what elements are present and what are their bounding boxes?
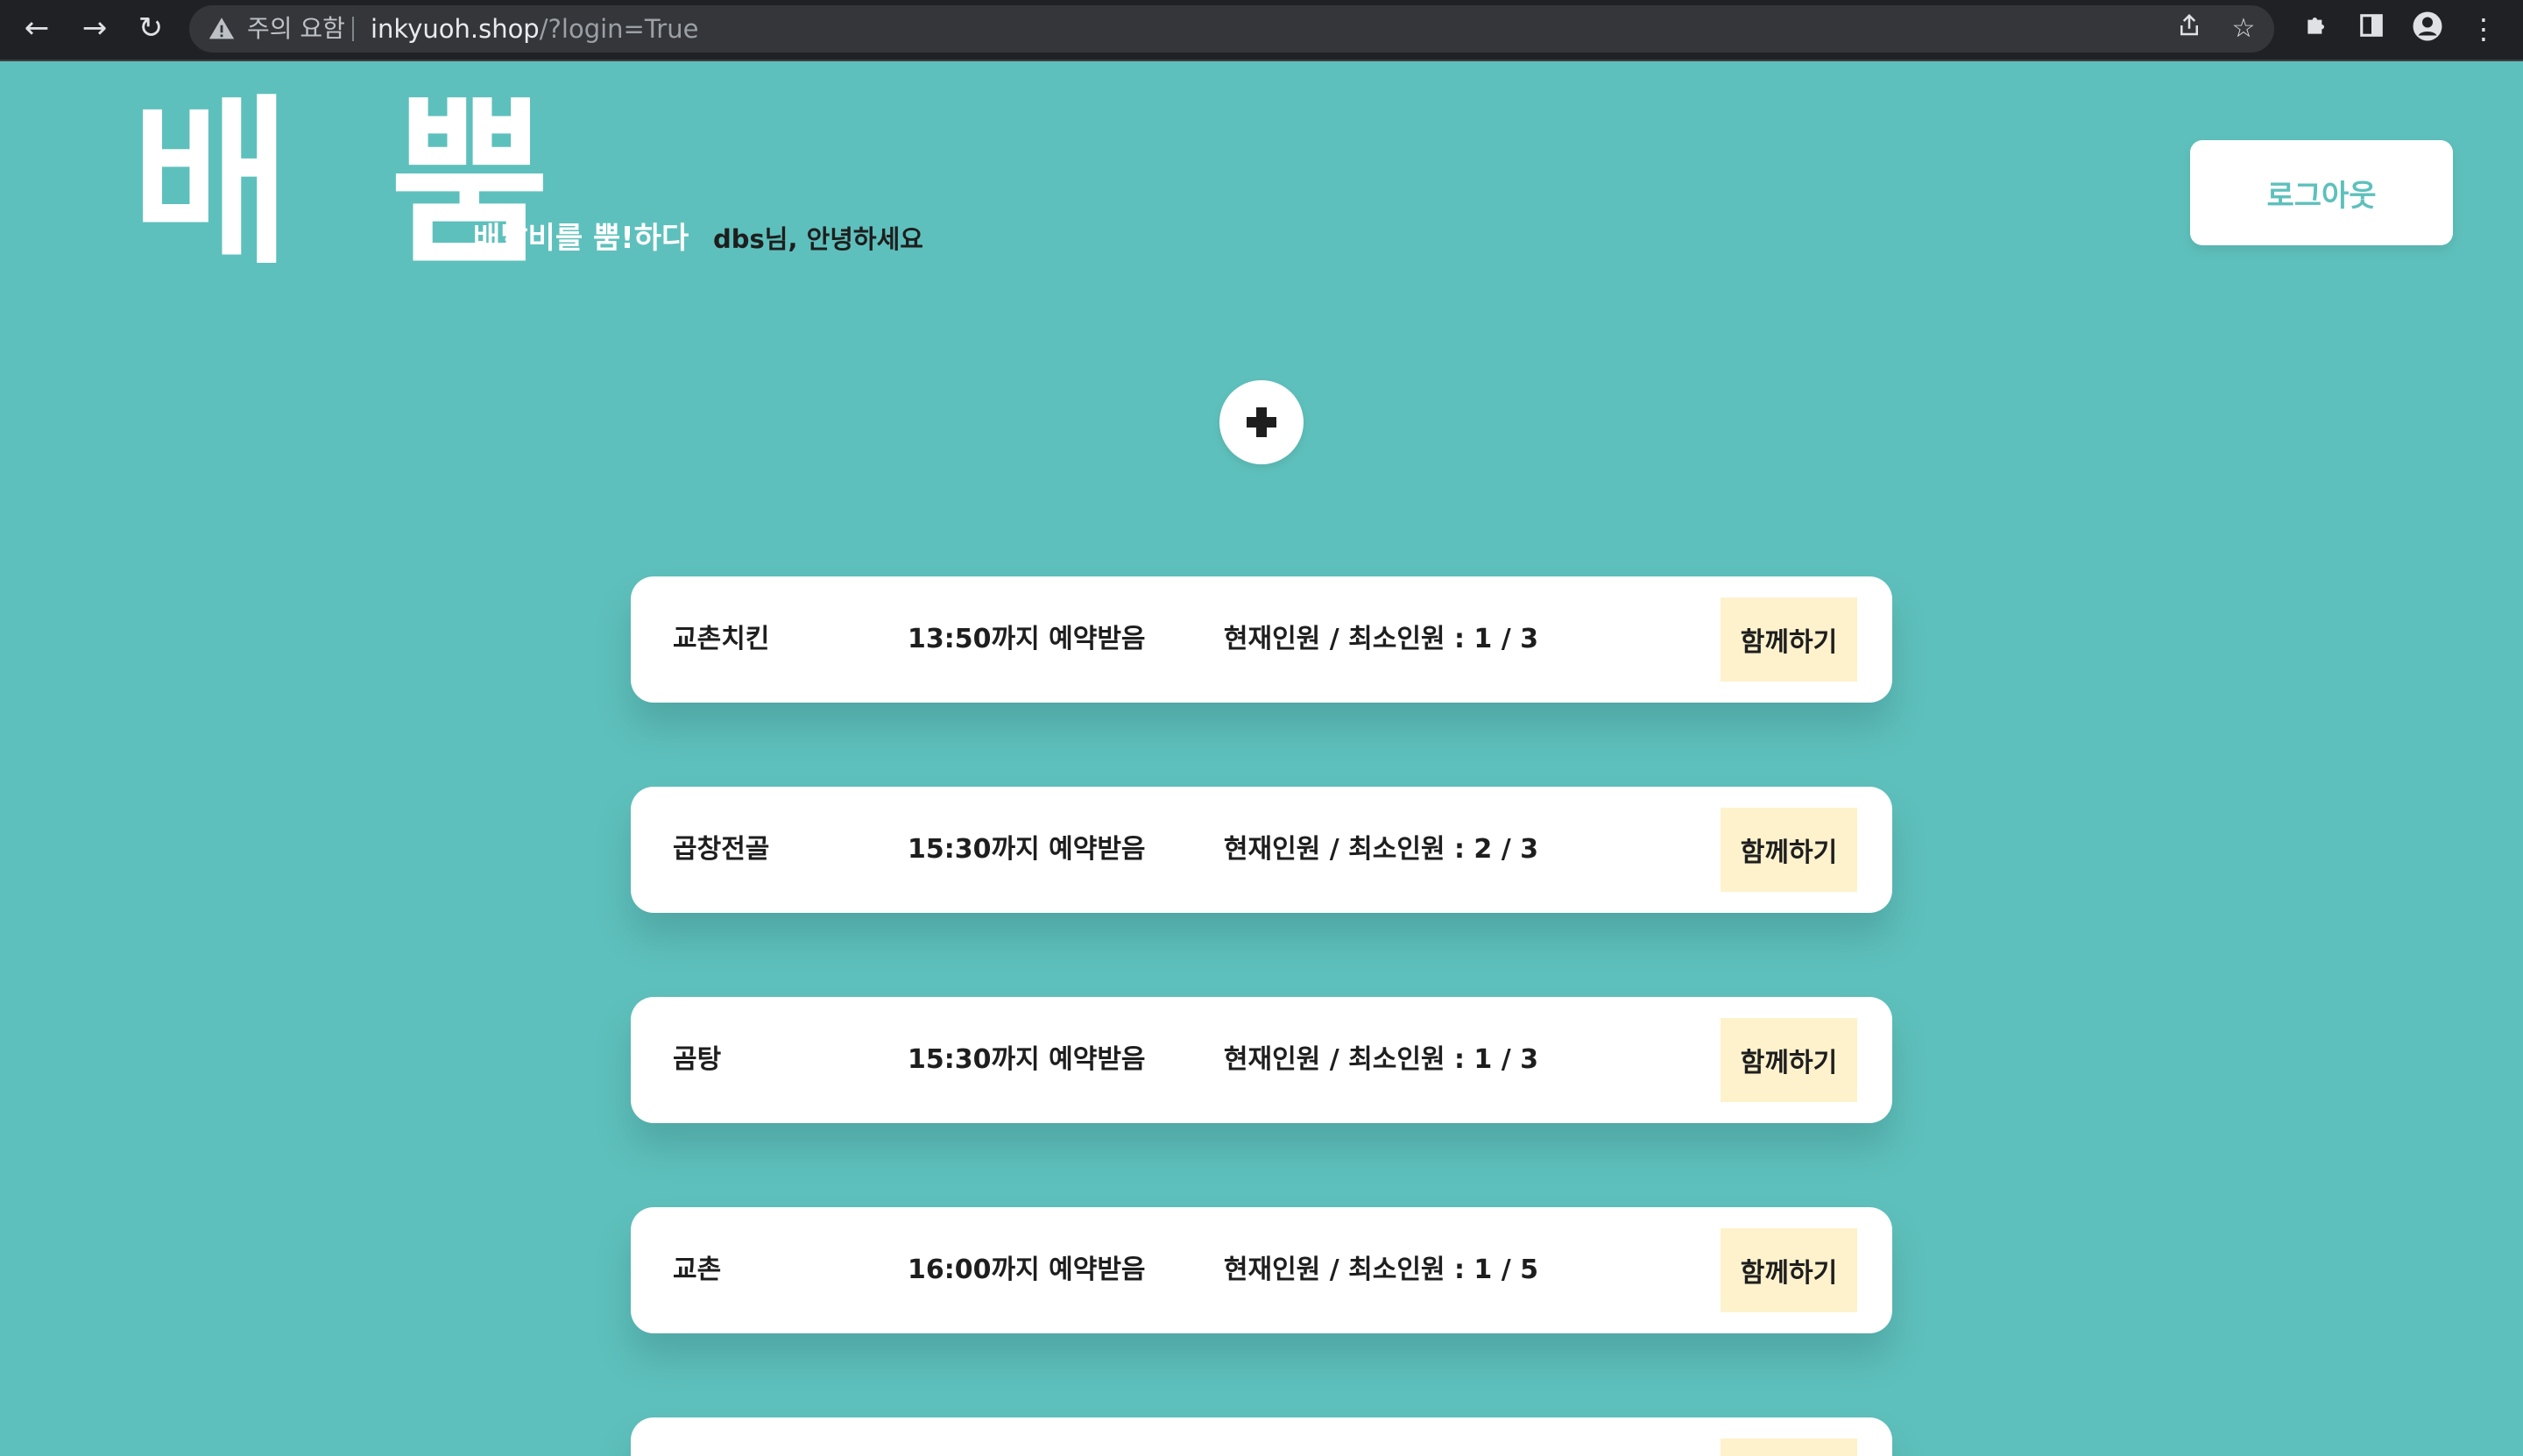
user-greeting: dbs님, 안녕하세요 <box>713 224 923 254</box>
plus-icon <box>1247 407 1276 437</box>
join-button[interactable]: 함께하기 <box>1721 597 1857 682</box>
logout-button[interactable]: 로그아웃 <box>2190 140 2453 245</box>
forward-icon[interactable]: → <box>75 9 114 47</box>
restaurant-name: 교촌치킨 <box>673 624 770 654</box>
order-card: 교촌 16:00까지 예약받음 현재인원 / 최소인원 : 1 / 5 함께하기 <box>631 1207 1892 1333</box>
order-card: 곰탕 15:30까지 예약받음 현재인원 / 최소인원 : 1 / 3 함께하기 <box>631 997 1892 1123</box>
reservation-deadline: 13:50까지 예약받음 <box>908 624 1146 654</box>
extensions-puzzle-icon[interactable] <box>2299 11 2336 47</box>
join-button[interactable]: 함께하기 <box>1721 808 1857 892</box>
reservation-deadline: 16:00까지 예약받음 <box>908 1255 1146 1285</box>
warning-icon[interactable] <box>207 14 237 44</box>
reservation-deadline: 15:30까지 예약받음 <box>908 1044 1146 1075</box>
side-panel-icon[interactable] <box>2353 11 2390 47</box>
order-card: 곱창전골 15:30까지 예약받음 현재인원 / 최소인원 : 2 / 3 함께… <box>631 787 1892 913</box>
restaurant-name: 곱창전골 <box>673 834 770 865</box>
share-icon[interactable] <box>2173 12 2206 46</box>
add-order-button[interactable] <box>1219 380 1304 464</box>
back-icon[interactable]: ← <box>18 9 56 47</box>
reload-icon[interactable]: ↻ <box>131 9 170 47</box>
url-path: /?login=True <box>539 14 699 44</box>
join-button[interactable]: 함께하기 <box>1721 1228 1857 1312</box>
url-text[interactable]: inkyuoh.shop/?login=True <box>371 5 698 53</box>
url-host: inkyuoh.shop <box>371 14 540 44</box>
address-bar[interactable]: 주의 요함 inkyuoh.shop/?login=True ☆ <box>189 5 2274 53</box>
order-card-partial <box>631 1417 1892 1456</box>
member-count: 현재인원 / 최소인원 : 1 / 3 <box>1223 1044 1538 1075</box>
site-slogan: 배달비를 뿜!하다 <box>473 221 689 256</box>
join-button[interactable]: 함께하기 <box>1721 1018 1857 1102</box>
member-count: 현재인원 / 최소인원 : 1 / 3 <box>1223 624 1538 654</box>
member-count: 현재인원 / 최소인원 : 1 / 5 <box>1223 1255 1538 1285</box>
reservation-deadline: 15:30까지 예약받음 <box>908 834 1146 865</box>
restaurant-name: 곰탕 <box>673 1044 722 1075</box>
join-button-partial[interactable] <box>1721 1438 1857 1456</box>
browser-toolbar: ← → ↻ 주의 요함 inkyuoh.shop/?login=True ☆ ⋮ <box>0 0 2523 61</box>
restaurant-name: 교촌 <box>673 1255 722 1285</box>
omnibox-divider <box>352 17 354 41</box>
member-count: 현재인원 / 최소인원 : 2 / 3 <box>1223 834 1538 865</box>
security-label[interactable]: 주의 요함 <box>247 5 345 53</box>
order-card: 교촌치킨 13:50까지 예약받음 현재인원 / 최소인원 : 1 / 3 함께… <box>631 576 1892 703</box>
bookmark-star-icon[interactable]: ☆ <box>2227 12 2260 46</box>
menu-kebab-icon[interactable]: ⋮ <box>2465 11 2502 47</box>
profile-avatar-icon[interactable] <box>2409 11 2446 47</box>
